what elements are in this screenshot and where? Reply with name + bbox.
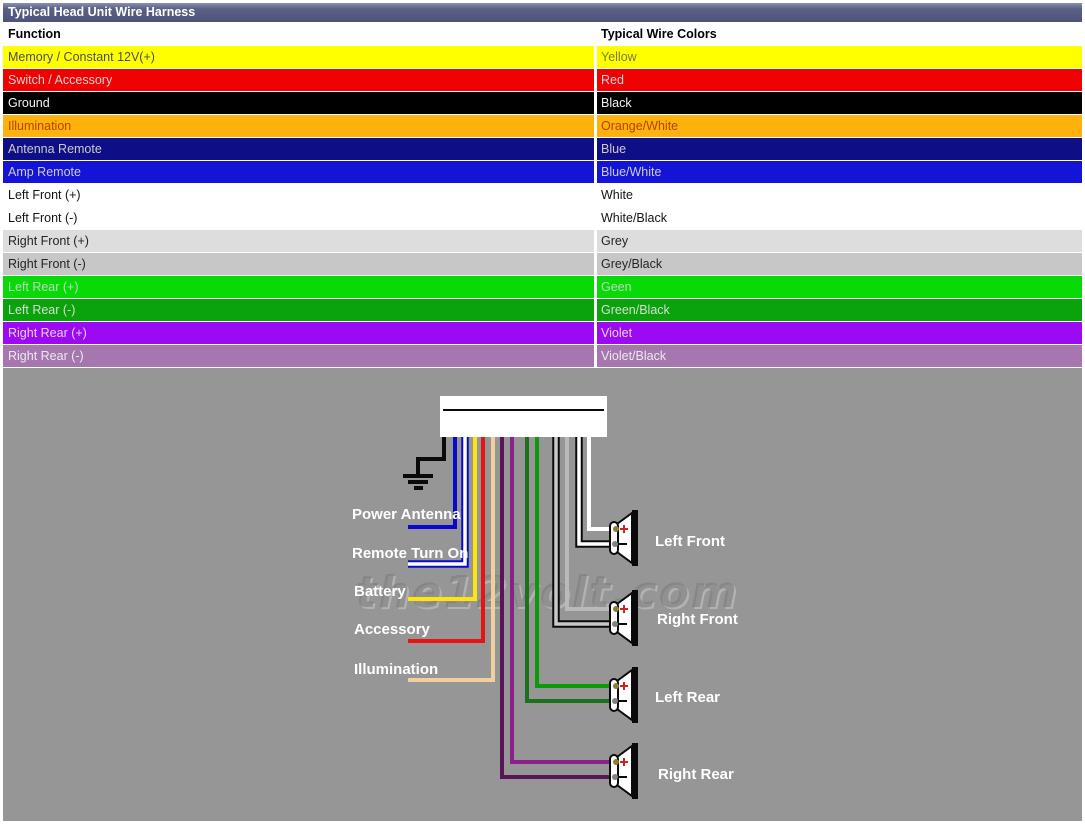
table-row: Left Rear (-)Green/Black [3, 299, 1082, 321]
function-cell: Amp Remote [3, 161, 594, 183]
wire-color-cell: Orange/White [597, 115, 1082, 137]
speaker-left-rear: Left Rear [610, 667, 720, 723]
table-row: GroundBlack [3, 92, 1082, 114]
wire-color-cell: Blue [597, 138, 1082, 160]
wire-left-front-pos [589, 437, 612, 529]
ground-wire [418, 437, 444, 474]
wire-color-cell: Yellow [597, 46, 1082, 68]
label-illumination: Illumination [354, 661, 438, 678]
speaker-left-front: Left Front [610, 510, 725, 566]
function-cell: Left Rear (-) [3, 299, 594, 321]
function-cell: Left Front (+) [3, 184, 594, 206]
label-battery: Battery [354, 583, 406, 600]
wire-color-cell: Blue/White [597, 161, 1082, 183]
speaker-icon [610, 743, 638, 799]
speaker-label: Right Rear [658, 766, 734, 783]
speaker-icon [610, 510, 638, 566]
function-cell: Left Rear (+) [3, 276, 594, 298]
table-row: Switch / AccessoryRed [3, 69, 1082, 91]
wire-color-cell: Red [597, 69, 1082, 91]
table-row: Left Front (+)White [3, 184, 1082, 206]
wire-left-rear-pos [537, 437, 612, 686]
wire-color-cell: Grey [597, 230, 1082, 252]
table-row: Antenna RemoteBlue [3, 138, 1082, 160]
function-cell: Left Front (-) [3, 207, 594, 229]
column-header-function: Function [3, 22, 597, 46]
table-header-row: Function Typical Wire Colors [3, 22, 1082, 46]
wire-color-cell: White/Black [597, 207, 1082, 229]
wire-color-cell: White [597, 184, 1082, 206]
table-row: IlluminationOrange/White [3, 115, 1082, 137]
head-unit [440, 396, 607, 437]
function-cell: Memory / Constant 12V(+) [3, 46, 594, 68]
function-cell: Illumination [3, 115, 594, 137]
function-cell: Right Front (+) [3, 230, 594, 252]
speaker-label: Left Rear [655, 689, 720, 706]
table-row: Left Front (-)White/Black [3, 207, 1082, 229]
label-accessory: Accessory [354, 621, 431, 638]
label-power-antenna: Power Antenna [352, 506, 461, 523]
column-header-wire-colors: Typical Wire Colors [597, 22, 1082, 46]
speaker-right-rear: Right Rear [610, 743, 734, 799]
function-cell: Antenna Remote [3, 138, 594, 160]
table-row: Right Rear (+)Violet [3, 322, 1082, 344]
function-cell: Switch / Accessory [3, 69, 594, 91]
table-row: Right Rear (-)Violet/Black [3, 345, 1082, 367]
ground-icon [403, 476, 433, 488]
wire-color-cell: Green/Black [597, 299, 1082, 321]
wire-color-cell: Violet/Black [597, 345, 1082, 367]
speaker-icon [610, 667, 638, 723]
function-cell: Right Rear (-) [3, 345, 594, 367]
wire-color-cell: Grey/Black [597, 253, 1082, 275]
speaker-label: Left Front [655, 533, 725, 550]
page: Typical Head Unit Wire Harness Function … [3, 3, 1082, 821]
label-remote-turn-on: Remote Turn On [352, 545, 468, 562]
function-cell: Right Rear (+) [3, 322, 594, 344]
table-row: Right Front (+)Grey [3, 230, 1082, 252]
table-row: Amp RemoteBlue/White [3, 161, 1082, 183]
speaker-label: Right Front [657, 611, 738, 628]
wiring-diagram: the12volt.com the12volt.com [3, 368, 1082, 821]
title-bar: Typical Head Unit Wire Harness [3, 3, 1082, 22]
page-title: Typical Head Unit Wire Harness [8, 5, 195, 19]
function-cell: Ground [3, 92, 594, 114]
wire-color-cell: Geen [597, 276, 1082, 298]
table-row: Right Front (-)Grey/Black [3, 253, 1082, 275]
table-row: Memory / Constant 12V(+)Yellow [3, 46, 1082, 68]
wire-color-table: Memory / Constant 12V(+)YellowSwitch / A… [3, 46, 1082, 367]
wire-color-cell: Black [597, 92, 1082, 114]
wire-color-cell: Violet [597, 322, 1082, 344]
table-row: Left Rear (+)Geen [3, 276, 1082, 298]
function-cell: Right Front (-) [3, 253, 594, 275]
